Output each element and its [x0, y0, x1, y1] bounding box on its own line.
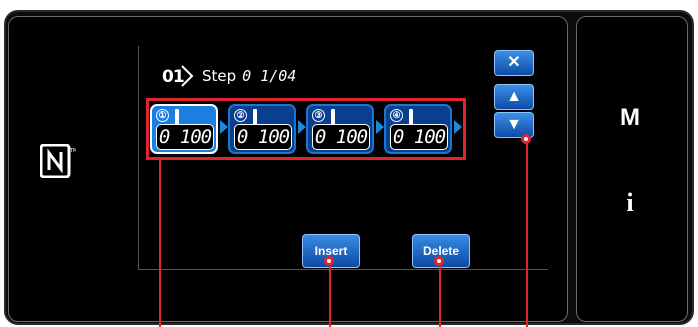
step-arrow-icon: [454, 120, 462, 134]
step-arrow-icon: [376, 120, 384, 134]
step-title-row: 01 Step 0 1/04: [160, 62, 296, 90]
step-index: ②: [234, 109, 247, 122]
step-arrow-icon: [220, 120, 228, 134]
callout-line-steps: [159, 160, 161, 327]
step-count: 0 1/04: [242, 67, 297, 85]
scroll-up-button[interactable]: ▲: [494, 84, 534, 110]
step-number: 01: [162, 67, 185, 87]
nfc-icon: TM: [40, 144, 76, 178]
step-label: Step: [202, 67, 237, 85]
step-value: 0 100: [156, 124, 214, 150]
info-button[interactable]: i: [610, 188, 650, 218]
step-item-1[interactable]: ① 0 100: [150, 104, 218, 154]
up-arrow-icon: ▲: [506, 88, 522, 105]
step-index: ③: [312, 109, 325, 122]
side-screen-panel: [576, 16, 688, 322]
close-button[interactable]: ✕: [494, 50, 534, 76]
step-arrow-icon: [298, 120, 306, 134]
step-value: 0 100: [234, 124, 292, 150]
step-value: 0 100: [312, 124, 370, 150]
step-value: 0 100: [390, 124, 448, 150]
step-index: ④: [390, 109, 403, 122]
needle-icon: [253, 109, 257, 125]
step-item-2[interactable]: ② 0 100: [228, 104, 296, 154]
needle-icon: [331, 109, 335, 125]
callout-line-insert: [329, 264, 331, 327]
callout-line-scroll: [526, 142, 528, 327]
svg-text:TM: TM: [69, 148, 76, 154]
needle-icon: [409, 109, 413, 125]
step-item-3[interactable]: ③ 0 100: [306, 104, 374, 154]
step-index: ①: [156, 109, 169, 122]
close-icon: ✕: [507, 54, 521, 71]
callout-line-delete: [439, 264, 441, 327]
step-badge-icon: 01: [160, 62, 194, 90]
mode-button[interactable]: M: [610, 104, 650, 132]
step-item-4[interactable]: ④ 0 100: [384, 104, 452, 154]
needle-icon: [175, 109, 179, 125]
